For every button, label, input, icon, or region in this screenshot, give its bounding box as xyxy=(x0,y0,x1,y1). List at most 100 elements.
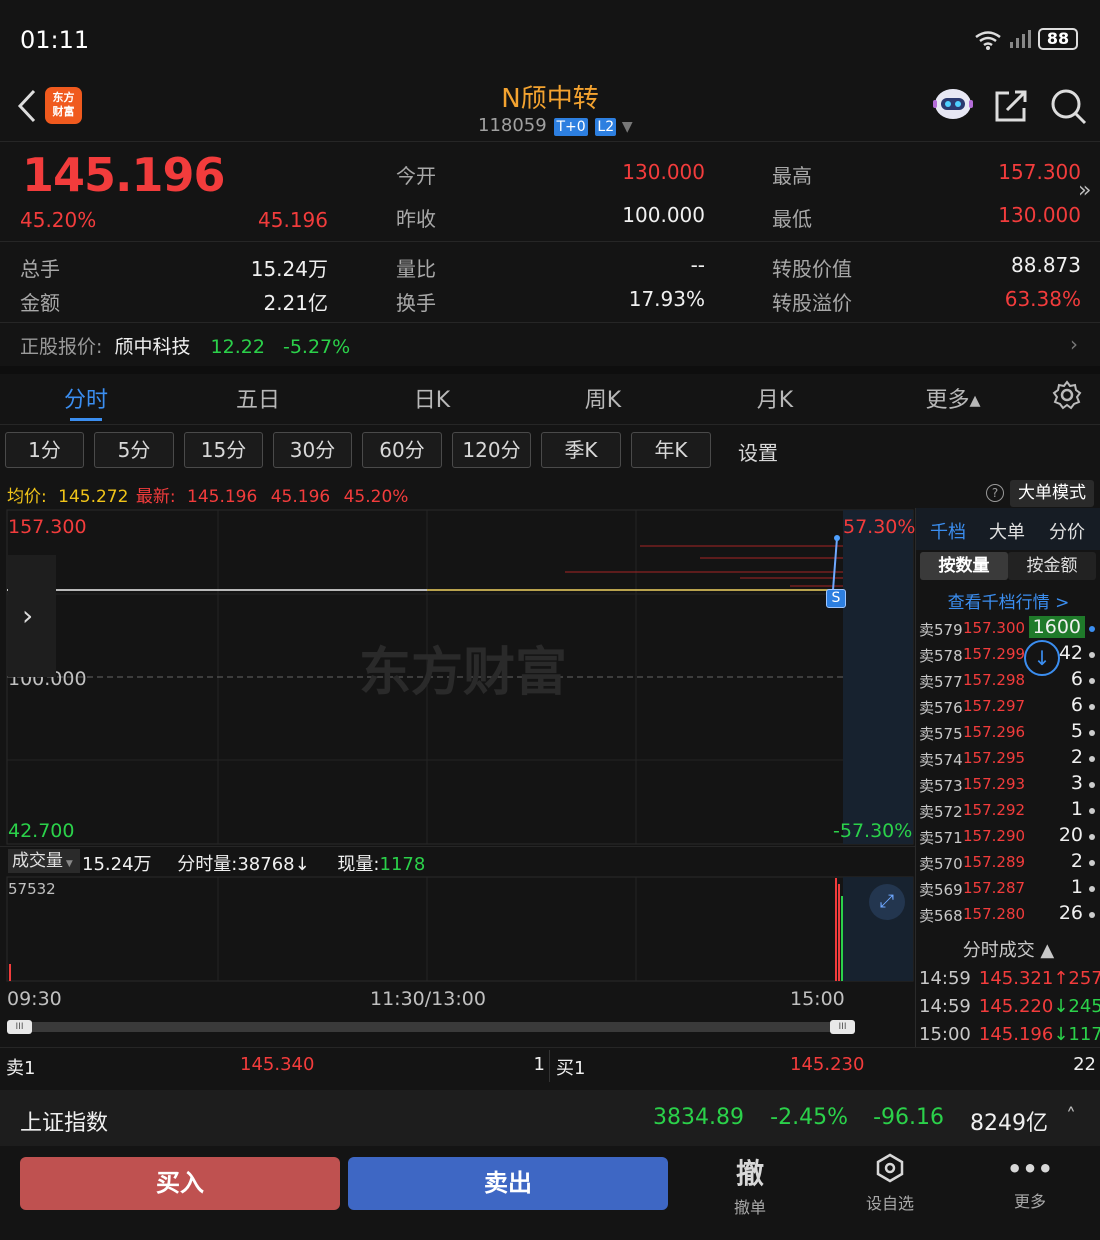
volume-bars xyxy=(9,878,843,981)
fullscreen-expand-icon[interactable]: ⤢ xyxy=(869,884,905,920)
period-quarter-button[interactable]: 季K xyxy=(541,432,621,468)
conversion-value-label: 转股价值 xyxy=(772,257,852,281)
chevron-right-icon[interactable]: › xyxy=(1070,332,1078,356)
period-1m-button[interactable]: 1分 xyxy=(5,432,84,468)
depth-quantity: 1 xyxy=(1070,876,1083,898)
depth-quantity: 2 xyxy=(1070,850,1083,872)
scrollbar-right-handle[interactable]: III xyxy=(830,1020,855,1034)
depth-tab-big-orders[interactable]: 大单 xyxy=(989,518,1025,544)
tab-more[interactable]: 更多▴ xyxy=(893,382,1013,414)
assistant-robot-icon[interactable] xyxy=(932,86,974,122)
tab-intraday[interactable]: 分时 xyxy=(26,382,146,414)
volume-value: 15.24万 xyxy=(250,257,328,281)
depth-level-label: 卖570 xyxy=(919,855,963,873)
stock-name: N颀中转 xyxy=(501,84,599,114)
bid1-qty: 22 xyxy=(1073,1054,1096,1075)
depth-quantity: 26 xyxy=(1058,902,1083,924)
depth-price: 157.290 xyxy=(963,827,1026,845)
tab-monthly-k[interactable]: 月K xyxy=(715,382,835,414)
status-bar: 01:11 88 xyxy=(0,0,1100,75)
more-dots-icon: ••• xyxy=(1006,1155,1054,1183)
tab-five-day[interactable]: 五日 xyxy=(198,382,318,414)
depth-quantity: 1600 xyxy=(1028,616,1085,638)
period-settings-button[interactable]: 设置 xyxy=(738,437,778,466)
depth-quantity: 20 xyxy=(1058,824,1083,846)
sell-button[interactable]: 卖出 xyxy=(348,1157,668,1210)
ask1-label: 卖1 xyxy=(6,1058,36,1079)
depth-row: 卖574 157.295 2 xyxy=(919,746,1099,772)
volume-bar xyxy=(9,964,11,981)
big-order-mode-button[interactable]: 大单模式 xyxy=(1010,480,1094,507)
cancel-order-icon: 撤 xyxy=(735,1157,764,1190)
depth-dot-icon xyxy=(1089,730,1095,736)
depth-dot-icon xyxy=(1089,860,1095,866)
search-icon[interactable] xyxy=(1048,86,1088,126)
underlying-price: 12.22 xyxy=(210,336,265,358)
period-120m-button[interactable]: 120分 xyxy=(452,432,531,468)
cancel-order-button[interactable]: 撤 撤单 xyxy=(700,1152,800,1218)
period-30m-button[interactable]: 30分 xyxy=(273,432,352,468)
scroll-down-icon[interactable]: ↓ xyxy=(1024,640,1060,676)
volume-bar xyxy=(841,896,843,981)
intraday-price-chart[interactable]: 东方财富 xyxy=(0,508,915,848)
open-label: 今开 xyxy=(396,164,436,188)
buy-button[interactable]: 买入 xyxy=(20,1157,340,1210)
dropdown-triangle-icon: ▼ xyxy=(621,119,633,135)
period-15m-button[interactable]: 15分 xyxy=(184,432,263,468)
stock-code-line[interactable]: 118059 T+0 L2 ▼ xyxy=(478,115,633,136)
volume-bar xyxy=(835,878,837,981)
current-volume-value: 1178 xyxy=(379,854,426,875)
trade-quantity: 1178 xyxy=(1068,1024,1100,1045)
gear-icon[interactable] xyxy=(1052,380,1082,410)
divider xyxy=(0,1047,1100,1048)
help-icon[interactable]: ? xyxy=(986,484,1004,502)
depth-row: 卖570 157.289 2 xyxy=(919,850,1099,876)
add-watchlist-button[interactable]: 设自选 xyxy=(840,1152,940,1214)
market-index-bar[interactable]: 上证指数 3834.89 -2.45% -96.16 8249亿 ˄ xyxy=(0,1090,1100,1146)
depth-price: 157.299 xyxy=(963,645,1026,663)
divider xyxy=(0,141,1100,142)
view-thousand-depth-link[interactable]: 查看千档行情 > xyxy=(916,588,1100,613)
latest-percent: 45.20% xyxy=(343,487,409,507)
depth-price: 157.292 xyxy=(963,801,1026,819)
time-axis-end: 15:00 xyxy=(790,988,845,1010)
time-range-scrollbar[interactable] xyxy=(18,1022,844,1032)
tick-trade-row: 14:59 145.220↓2450 xyxy=(919,996,1100,1017)
tab-daily-k[interactable]: 日K xyxy=(372,382,492,414)
conversion-premium-label: 转股溢价 xyxy=(772,291,852,315)
volume-indicator-select[interactable]: 成交量 ▼ xyxy=(8,849,80,873)
divider xyxy=(0,424,1100,425)
depth-tab-thousand[interactable]: 千档 xyxy=(930,518,966,544)
period-5m-button[interactable]: 5分 xyxy=(94,432,174,468)
period-year-button[interactable]: 年K xyxy=(631,432,711,468)
depth-row: 卖571 157.290 20 xyxy=(919,824,1099,850)
sell-marker[interactable]: S xyxy=(826,589,846,608)
tick-trades-header[interactable]: 分时成交 ▲ xyxy=(916,936,1100,962)
more-actions-button[interactable]: ••• 更多 xyxy=(980,1152,1080,1212)
underlying-name: 颀中科技 xyxy=(114,336,191,358)
scrollbar-left-handle[interactable]: III xyxy=(7,1020,32,1034)
depth-tab-price-distribution[interactable]: 分价 xyxy=(1049,518,1085,544)
depth-dot-icon xyxy=(1089,678,1095,684)
expand-more-icon[interactable]: » xyxy=(1078,178,1091,203)
underlying-stock-row[interactable]: 正股报价: 颀中科技 12.22 -5.27% xyxy=(20,332,350,359)
depth-dot-icon xyxy=(1089,834,1095,840)
sort-by-quantity-button[interactable]: 按数量 xyxy=(920,552,1008,580)
side-drawer-handle[interactable]: › xyxy=(8,555,56,677)
avg-price-value: 145.272 xyxy=(58,487,129,507)
price-info-line: 均价: 145.272 最新: 145.196 45.196 45.20% xyxy=(7,482,408,507)
tab-weekly-k[interactable]: 周K xyxy=(543,382,663,414)
back-arrow-icon[interactable] xyxy=(12,86,42,126)
amount-label: 金额 xyxy=(20,291,60,315)
period-60m-button[interactable]: 60分 xyxy=(362,432,442,468)
volume-chart[interactable] xyxy=(0,876,915,984)
depth-level-label: 卖575 xyxy=(919,725,963,743)
volume-ratio-value: -- xyxy=(690,253,705,277)
chevron-up-icon[interactable]: ˄ xyxy=(1066,1104,1076,1128)
depth-dot-icon xyxy=(1089,626,1095,632)
trade-quantity: 2572 xyxy=(1068,968,1100,989)
hexagon-icon xyxy=(876,1153,904,1183)
depth-level-label: 卖571 xyxy=(919,829,963,847)
share-icon[interactable] xyxy=(993,88,1029,124)
sort-by-amount-button[interactable]: 按金额 xyxy=(1008,552,1096,580)
